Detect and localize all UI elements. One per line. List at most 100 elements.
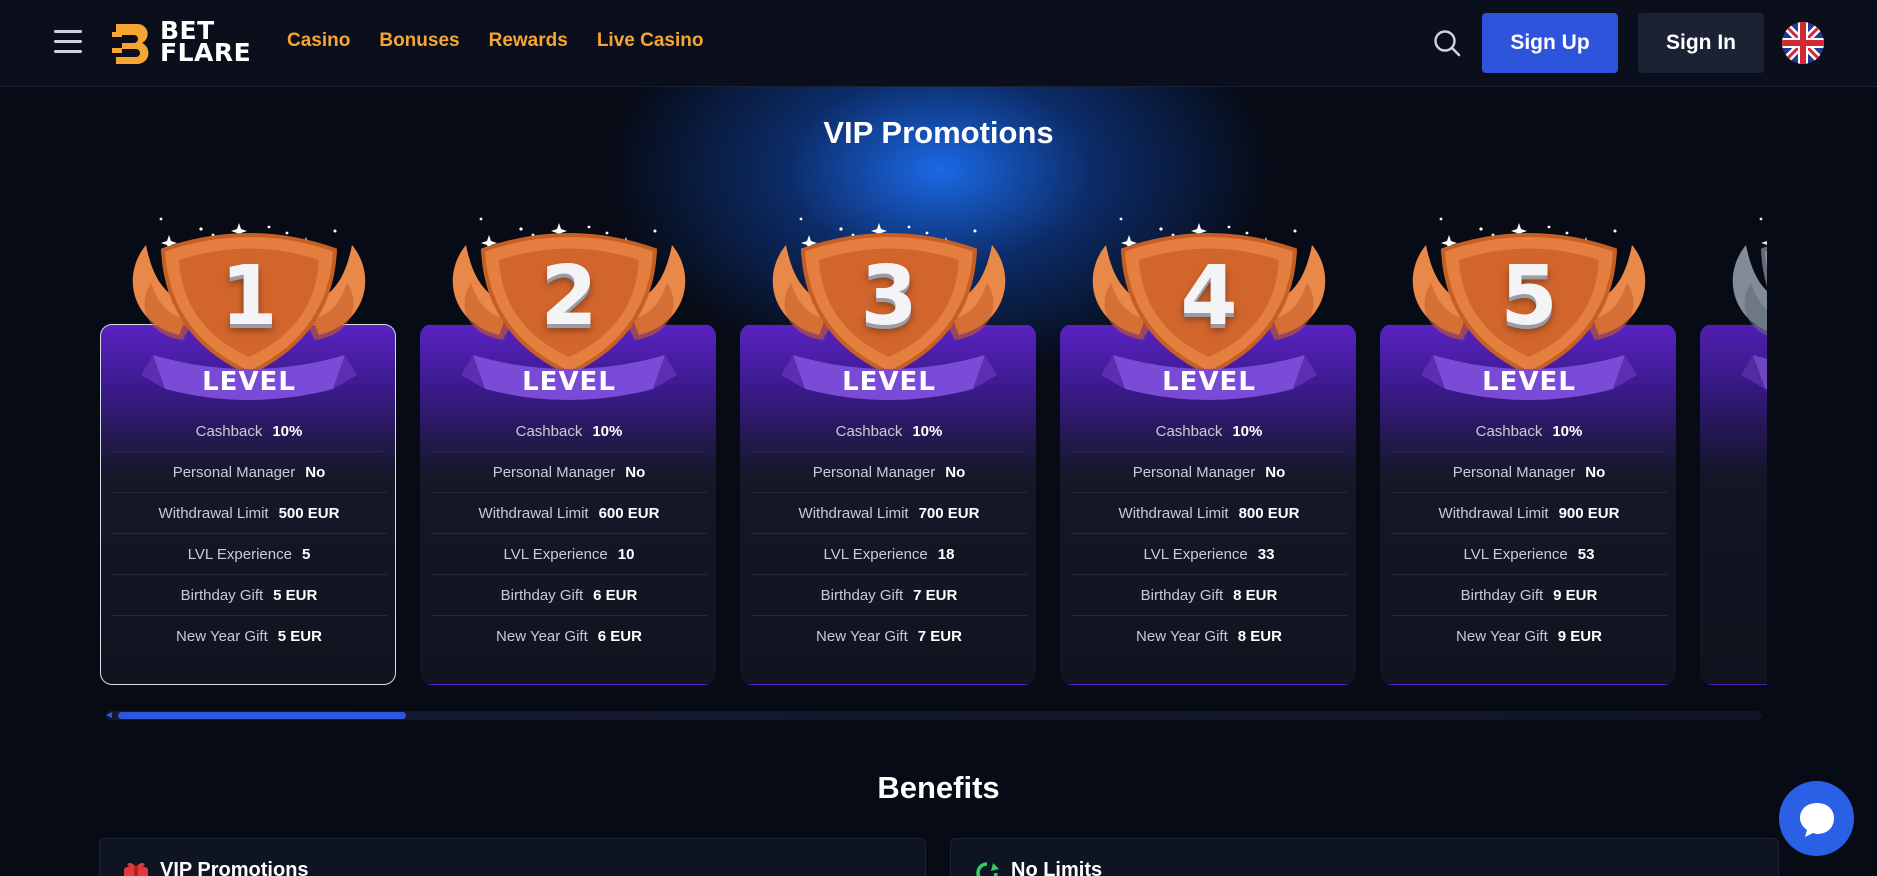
benefit-value: 6 EUR [597, 628, 642, 645]
benefit-label: Birthday Gift [1460, 586, 1544, 604]
benefit-value: 10% [592, 422, 623, 440]
no-limits-icon [976, 862, 999, 876]
uk-flag-icon[interactable] [1782, 22, 1824, 64]
vip-level-card[interactable]: 5 LEVEL Cashback 10% Personal Manager No Withd… [1380, 217, 1676, 685]
level-benefits-list: Cashback 10% Personal Manager No Withdrawal … [751, 411, 1027, 657]
level-benefit-row: Cashback 10% [111, 411, 387, 452]
level-ribbon-label: LEVEL [522, 367, 616, 397]
scroll-left-arrow-icon[interactable] [106, 712, 112, 718]
level-ribbon-label: LEVEL [1482, 367, 1576, 397]
benefit-card-vip: VIP Promotions [99, 838, 926, 876]
level-benefits-list: Cashback 10% Personal Manager No Withdrawal … [1071, 411, 1347, 657]
level-benefit-row: New Year Gift 9 EUR [1391, 616, 1667, 657]
benefit-value: 7 EUR [917, 628, 962, 645]
level-number: 2 [540, 249, 598, 344]
benefit-value: 700 EUR [918, 504, 980, 522]
benefit-value: 10% [272, 422, 303, 440]
level-benefit-row: New Year Gift 6 EUR [431, 616, 707, 657]
benefit-label: LVL Experience [1143, 545, 1248, 563]
vip-level-card[interactable]: 1 LEVEL Cashback 10% Personal Manager No Withd… [100, 217, 396, 685]
level-ribbon-label: LEVEL [842, 367, 936, 397]
benefit-value: 9 EUR [1553, 586, 1598, 604]
site-header: BET FLARE Casino Bonuses Rewards Live Ca… [0, 0, 1877, 87]
vip-promotions-title: VIP Promotions [823, 115, 1054, 150]
benefit-value: No [1585, 463, 1606, 481]
nav-casino[interactable]: Casino [287, 30, 350, 52]
carousel-scrollbar[interactable] [106, 711, 1762, 720]
level-benefit-row: Personal Manager No [431, 452, 707, 493]
benefit-label: Cashback [1155, 422, 1223, 440]
level-benefit-row: LVL Experience 53 [1391, 534, 1667, 575]
benefit-label: Cashback [195, 422, 263, 440]
benefit-label: LVL Experience [823, 545, 928, 563]
benefit-label: Withdrawal Limit [1438, 504, 1549, 522]
sign-in-button[interactable]: Sign In [1638, 13, 1764, 73]
level-badge-icon [1732, 217, 1767, 390]
benefits-title: Benefits [877, 770, 1000, 805]
nav-bonuses[interactable]: Bonuses [379, 30, 459, 52]
hamburger-menu-icon[interactable] [54, 30, 82, 54]
level-benefit-row: New Year Gift 7 EUR [751, 616, 1027, 657]
benefit-value: No [625, 463, 646, 481]
logo-b-icon [112, 24, 149, 64]
benefit-label: Withdrawal Limit [158, 504, 269, 522]
benefit-label: Birthday Gift [1140, 586, 1224, 604]
vip-level-card[interactable]: 2 LEVEL Cashback 10% Personal Manager No Withd… [420, 217, 716, 685]
benefit-value: 5 EUR [273, 586, 318, 604]
benefit-label: LVL Experience [503, 545, 608, 563]
benefit-value: No [305, 463, 326, 481]
level-benefit-row: New Year Gift 8 EUR [1071, 616, 1347, 657]
vip-levels-carousel[interactable]: 1 LEVEL Cashback 10% Personal Manager No Withd… [100, 195, 1767, 695]
benefit-value: 600 EUR [598, 504, 660, 522]
benefit-label: Personal Manager [172, 463, 296, 481]
benefit-label: Withdrawal Limit [478, 504, 589, 522]
benefit-label: Birthday Gift [500, 586, 584, 604]
betflare-logo[interactable]: BET FLARE [112, 18, 251, 68]
benefit-value: No [945, 463, 966, 481]
benefit-label: Cashback [515, 422, 583, 440]
level-benefit-row: Cashback 10% [1391, 411, 1667, 452]
benefit-label: New Year Gift [496, 628, 588, 645]
nav-live-casino[interactable]: Live Casino [597, 30, 704, 52]
main-nav: Casino Bonuses Rewards Live Casino [287, 30, 703, 52]
level-benefits-list: Cashback 10% Personal Manager No Withdrawal … [1391, 411, 1667, 657]
level-number: 3 [860, 249, 918, 344]
benefit-label: LVL Experience [1463, 545, 1568, 563]
level-number: 1 [220, 249, 278, 344]
level-benefit-row: Birthday Gift 5 EUR [111, 575, 387, 616]
level-benefit-row: Birthday Gift 8 EUR [1071, 575, 1347, 616]
level-benefit-row: Personal Manager No [111, 452, 387, 493]
benefit-title-vip: VIP Promotions [160, 859, 309, 876]
benefit-label: Cashback [835, 422, 903, 440]
benefit-label: Withdrawal Limit [1118, 504, 1229, 522]
level-benefit-row: LVL Experience 18 [751, 534, 1027, 575]
search-icon[interactable] [1432, 28, 1462, 58]
level-ribbon-label: LEVEL [202, 367, 296, 397]
benefit-value: 5 [301, 545, 311, 563]
vip-level-card[interactable]: 4 LEVEL Cashback 10% Personal Manager No Withd… [1060, 217, 1356, 685]
benefit-label: Personal Manager [492, 463, 616, 481]
vip-level-card[interactable] [1700, 217, 1767, 685]
level-benefit-row: Withdrawal Limit 900 EUR [1391, 493, 1667, 534]
benefit-label: Birthday Gift [180, 586, 264, 604]
benefit-label: LVL Experience [187, 545, 292, 563]
benefit-value: 8 EUR [1237, 628, 1282, 645]
benefit-label: Personal Manager [1452, 463, 1576, 481]
benefit-label: New Year Gift [1136, 628, 1228, 645]
benefit-label: Personal Manager [1132, 463, 1256, 481]
benefit-value: 18 [937, 545, 955, 563]
logo-text-flare: FLARE [160, 38, 252, 67]
benefit-label: Birthday Gift [820, 586, 904, 604]
carousel-scroll-thumb[interactable] [118, 712, 406, 719]
level-benefit-row: Cashback 10% [431, 411, 707, 452]
benefit-label: Cashback [1475, 422, 1543, 440]
vip-level-card[interactable]: 3 LEVEL Cashback 10% Personal Manager No Withd… [740, 217, 1036, 685]
level-ribbon-label: LEVEL [1162, 367, 1256, 397]
chat-icon[interactable] [1779, 781, 1854, 856]
benefit-value: 10 [617, 545, 635, 563]
sign-up-button[interactable]: Sign Up [1482, 13, 1618, 73]
benefit-label: Withdrawal Limit [798, 504, 909, 522]
benefit-value: 900 EUR [1558, 504, 1620, 522]
nav-rewards[interactable]: Rewards [489, 30, 568, 52]
benefit-card-no-limits: No Limits [950, 838, 1779, 876]
